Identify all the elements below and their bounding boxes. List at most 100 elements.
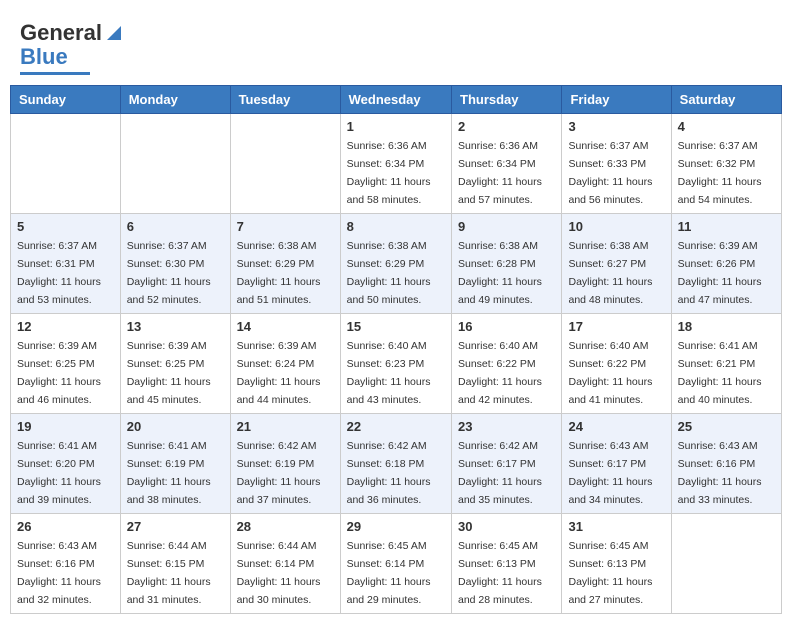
calendar-cell: 7 Sunrise: 6:38 AMSunset: 6:29 PMDayligh… [230,214,340,314]
day-info: Sunrise: 6:38 AMSunset: 6:29 PMDaylight:… [347,240,431,306]
day-info: Sunrise: 6:39 AMSunset: 6:24 PMDaylight:… [237,340,321,406]
calendar-cell: 25 Sunrise: 6:43 AMSunset: 6:16 PMDaylig… [671,414,781,514]
day-info: Sunrise: 6:40 AMSunset: 6:22 PMDaylight:… [568,340,652,406]
calendar-cell: 12 Sunrise: 6:39 AMSunset: 6:25 PMDaylig… [11,314,121,414]
day-number: 26 [17,519,114,534]
col-header-friday: Friday [562,86,671,114]
calendar-cell: 4 Sunrise: 6:37 AMSunset: 6:32 PMDayligh… [671,114,781,214]
day-info: Sunrise: 6:44 AMSunset: 6:14 PMDaylight:… [237,540,321,606]
day-info: Sunrise: 6:41 AMSunset: 6:21 PMDaylight:… [678,340,762,406]
calendar-week-row: 19 Sunrise: 6:41 AMSunset: 6:20 PMDaylig… [11,414,782,514]
day-number: 31 [568,519,664,534]
calendar-cell: 16 Sunrise: 6:40 AMSunset: 6:22 PMDaylig… [452,314,562,414]
calendar-week-row: 12 Sunrise: 6:39 AMSunset: 6:25 PMDaylig… [11,314,782,414]
day-number: 8 [347,219,445,234]
day-info: Sunrise: 6:44 AMSunset: 6:15 PMDaylight:… [127,540,211,606]
day-info: Sunrise: 6:40 AMSunset: 6:22 PMDaylight:… [458,340,542,406]
calendar-cell: 23 Sunrise: 6:42 AMSunset: 6:17 PMDaylig… [452,414,562,514]
calendar-cell [230,114,340,214]
day-number: 27 [127,519,224,534]
calendar-week-row: 26 Sunrise: 6:43 AMSunset: 6:16 PMDaylig… [11,514,782,614]
day-number: 2 [458,119,555,134]
logo-line [20,72,90,75]
day-number: 6 [127,219,224,234]
day-info: Sunrise: 6:42 AMSunset: 6:18 PMDaylight:… [347,440,431,506]
day-info: Sunrise: 6:39 AMSunset: 6:25 PMDaylight:… [127,340,211,406]
logo-triangle-icon [103,22,125,44]
calendar-cell: 14 Sunrise: 6:39 AMSunset: 6:24 PMDaylig… [230,314,340,414]
calendar-cell: 2 Sunrise: 6:36 AMSunset: 6:34 PMDayligh… [452,114,562,214]
day-info: Sunrise: 6:38 AMSunset: 6:29 PMDaylight:… [237,240,321,306]
day-info: Sunrise: 6:37 AMSunset: 6:32 PMDaylight:… [678,140,762,206]
day-number: 7 [237,219,334,234]
day-info: Sunrise: 6:45 AMSunset: 6:13 PMDaylight:… [568,540,652,606]
calendar-cell: 22 Sunrise: 6:42 AMSunset: 6:18 PMDaylig… [340,414,451,514]
day-info: Sunrise: 6:39 AMSunset: 6:25 PMDaylight:… [17,340,101,406]
calendar-header-row: SundayMondayTuesdayWednesdayThursdayFrid… [11,86,782,114]
day-number: 4 [678,119,775,134]
day-number: 14 [237,319,334,334]
day-number: 17 [568,319,664,334]
day-number: 10 [568,219,664,234]
calendar-cell: 24 Sunrise: 6:43 AMSunset: 6:17 PMDaylig… [562,414,671,514]
calendar-cell: 1 Sunrise: 6:36 AMSunset: 6:34 PMDayligh… [340,114,451,214]
calendar-week-row: 5 Sunrise: 6:37 AMSunset: 6:31 PMDayligh… [11,214,782,314]
calendar-cell: 8 Sunrise: 6:38 AMSunset: 6:29 PMDayligh… [340,214,451,314]
day-info: Sunrise: 6:42 AMSunset: 6:17 PMDaylight:… [458,440,542,506]
day-info: Sunrise: 6:36 AMSunset: 6:34 PMDaylight:… [347,140,431,206]
calendar-cell: 18 Sunrise: 6:41 AMSunset: 6:21 PMDaylig… [671,314,781,414]
calendar-cell [671,514,781,614]
day-number: 15 [347,319,445,334]
day-number: 13 [127,319,224,334]
day-info: Sunrise: 6:37 AMSunset: 6:33 PMDaylight:… [568,140,652,206]
day-info: Sunrise: 6:41 AMSunset: 6:19 PMDaylight:… [127,440,211,506]
calendar-cell: 5 Sunrise: 6:37 AMSunset: 6:31 PMDayligh… [11,214,121,314]
calendar-cell: 31 Sunrise: 6:45 AMSunset: 6:13 PMDaylig… [562,514,671,614]
logo: General Blue [20,20,125,75]
day-info: Sunrise: 6:36 AMSunset: 6:34 PMDaylight:… [458,140,542,206]
day-info: Sunrise: 6:37 AMSunset: 6:31 PMDaylight:… [17,240,101,306]
calendar-cell [120,114,230,214]
page-header: General Blue [10,10,782,80]
day-number: 25 [678,419,775,434]
col-header-monday: Monday [120,86,230,114]
day-number: 11 [678,219,775,234]
calendar-cell: 27 Sunrise: 6:44 AMSunset: 6:15 PMDaylig… [120,514,230,614]
col-header-sunday: Sunday [11,86,121,114]
day-number: 1 [347,119,445,134]
col-header-saturday: Saturday [671,86,781,114]
calendar-cell [11,114,121,214]
day-number: 16 [458,319,555,334]
calendar-cell: 10 Sunrise: 6:38 AMSunset: 6:27 PMDaylig… [562,214,671,314]
calendar-cell: 21 Sunrise: 6:42 AMSunset: 6:19 PMDaylig… [230,414,340,514]
calendar-week-row: 1 Sunrise: 6:36 AMSunset: 6:34 PMDayligh… [11,114,782,214]
logo-blue-text: Blue [20,44,68,70]
col-header-thursday: Thursday [452,86,562,114]
calendar-cell: 19 Sunrise: 6:41 AMSunset: 6:20 PMDaylig… [11,414,121,514]
calendar-table: SundayMondayTuesdayWednesdayThursdayFrid… [10,85,782,614]
day-info: Sunrise: 6:40 AMSunset: 6:23 PMDaylight:… [347,340,431,406]
day-number: 5 [17,219,114,234]
day-info: Sunrise: 6:45 AMSunset: 6:13 PMDaylight:… [458,540,542,606]
day-info: Sunrise: 6:41 AMSunset: 6:20 PMDaylight:… [17,440,101,506]
col-header-tuesday: Tuesday [230,86,340,114]
calendar-cell: 30 Sunrise: 6:45 AMSunset: 6:13 PMDaylig… [452,514,562,614]
day-number: 9 [458,219,555,234]
day-number: 3 [568,119,664,134]
day-info: Sunrise: 6:38 AMSunset: 6:27 PMDaylight:… [568,240,652,306]
calendar-cell: 6 Sunrise: 6:37 AMSunset: 6:30 PMDayligh… [120,214,230,314]
calendar-cell: 17 Sunrise: 6:40 AMSunset: 6:22 PMDaylig… [562,314,671,414]
calendar-cell: 9 Sunrise: 6:38 AMSunset: 6:28 PMDayligh… [452,214,562,314]
day-number: 12 [17,319,114,334]
calendar-cell: 15 Sunrise: 6:40 AMSunset: 6:23 PMDaylig… [340,314,451,414]
calendar-cell: 26 Sunrise: 6:43 AMSunset: 6:16 PMDaylig… [11,514,121,614]
calendar-cell: 3 Sunrise: 6:37 AMSunset: 6:33 PMDayligh… [562,114,671,214]
calendar-cell: 13 Sunrise: 6:39 AMSunset: 6:25 PMDaylig… [120,314,230,414]
calendar-cell: 20 Sunrise: 6:41 AMSunset: 6:19 PMDaylig… [120,414,230,514]
logo-general-text: General [20,20,102,46]
day-number: 30 [458,519,555,534]
day-info: Sunrise: 6:43 AMSunset: 6:16 PMDaylight:… [17,540,101,606]
day-number: 18 [678,319,775,334]
day-number: 19 [17,419,114,434]
day-info: Sunrise: 6:43 AMSunset: 6:16 PMDaylight:… [678,440,762,506]
